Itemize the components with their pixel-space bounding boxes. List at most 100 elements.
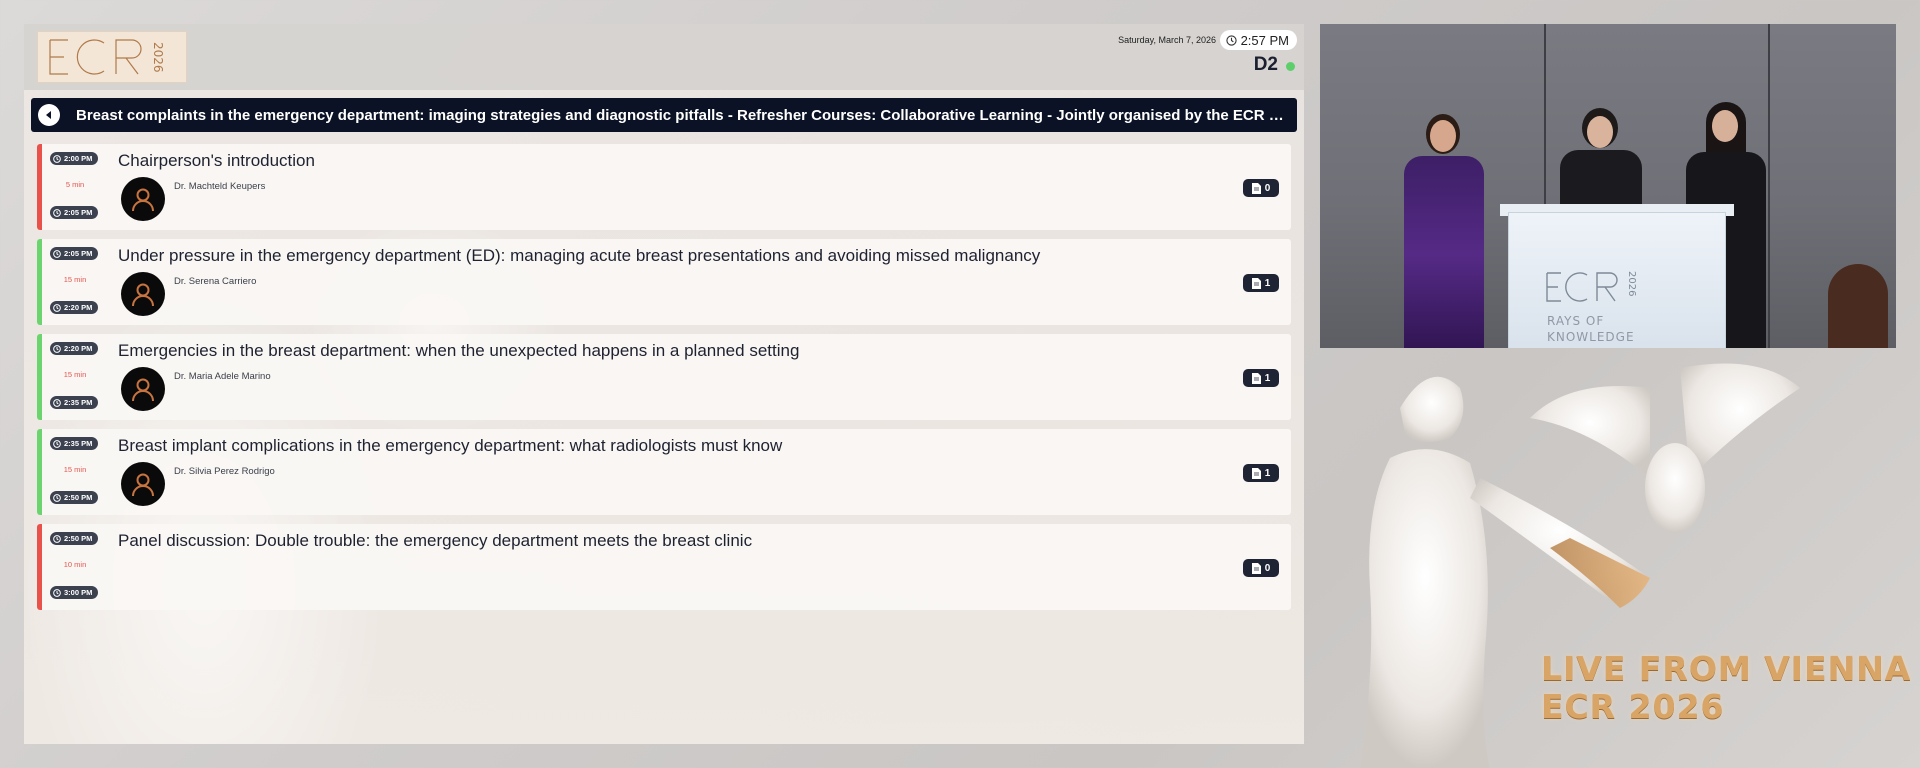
document-icon xyxy=(1251,277,1261,289)
session-item[interactable]: 2:20 PM 15 min 2:35 PM Emergencies in th… xyxy=(37,334,1291,420)
speaker-avatar xyxy=(121,177,165,221)
start-time: 2:20 PM xyxy=(64,344,93,353)
ecr-logo: 2026 xyxy=(37,31,187,83)
speaker-name: Dr. Serena Carriero xyxy=(174,276,257,287)
status-accent xyxy=(37,524,42,610)
documents-badge[interactable]: 0 xyxy=(1243,559,1279,577)
start-time-badge: 2:50 PM xyxy=(50,532,99,545)
panel-header: 2026 Saturday, March 7, 2026 2:57 PM D2 xyxy=(24,24,1304,90)
chevron-left-icon xyxy=(46,111,51,119)
agenda-panel: 2026 Saturday, March 7, 2026 2:57 PM D2 … xyxy=(24,24,1304,744)
end-time: 2:20 PM xyxy=(64,303,93,312)
room-label: D2 xyxy=(1253,54,1278,75)
svg-text:KNOWLEDGE: KNOWLEDGE xyxy=(1547,330,1635,343)
clock-icon xyxy=(53,534,61,543)
speaker-name: Dr. Machteld Keupers xyxy=(174,181,266,192)
session-item[interactable]: 2:35 PM 15 min 2:50 PM Breast implant co… xyxy=(37,429,1291,515)
user-icon xyxy=(132,188,154,212)
clock-icon xyxy=(53,208,61,217)
user-icon xyxy=(132,283,154,307)
end-time: 3:00 PM xyxy=(64,588,93,597)
clock-icon xyxy=(53,344,61,353)
talk-title: Breast implant complications in the emer… xyxy=(118,436,783,455)
clock-icon xyxy=(53,439,61,448)
session-title: Breast complaints in the emergency depar… xyxy=(76,106,1297,124)
user-icon xyxy=(132,378,154,402)
documents-badge[interactable]: 1 xyxy=(1243,369,1279,387)
start-time-badge: 2:35 PM xyxy=(50,437,99,450)
live-from-vienna-banner: LIVE FROM VIENNA ECR 2026 xyxy=(1541,650,1911,726)
end-time-badge: 3:00 PM xyxy=(50,586,99,599)
documents-badge[interactable]: 1 xyxy=(1243,464,1279,482)
start-time: 2:05 PM xyxy=(64,249,93,258)
session-list: 2:00 PM 5 min 2:05 PM Chairperson's intr… xyxy=(37,144,1291,619)
banner-line-2: ECR 2026 xyxy=(1541,687,1725,726)
user-icon xyxy=(132,473,154,497)
speaker-avatar xyxy=(121,272,165,316)
clock-icon xyxy=(53,249,61,258)
start-time-badge: 2:05 PM xyxy=(50,247,99,260)
start-time: 2:35 PM xyxy=(64,439,93,448)
clock: 2:57 PM xyxy=(1219,30,1297,50)
end-time-badge: 2:05 PM xyxy=(50,206,99,219)
document-count: 1 xyxy=(1264,372,1271,384)
current-date: Saturday, March 7, 2026 xyxy=(1118,35,1216,45)
start-time-badge: 2:00 PM xyxy=(50,152,99,165)
talk-title: Chairperson's introduction xyxy=(118,151,315,170)
session-title-bar: Breast complaints in the emergency depar… xyxy=(31,98,1297,132)
document-icon xyxy=(1251,372,1261,384)
end-time: 2:35 PM xyxy=(64,398,93,407)
svg-text:2026: 2026 xyxy=(151,42,165,73)
document-icon xyxy=(1251,467,1261,479)
clock-icon xyxy=(53,493,61,502)
documents-badge[interactable]: 0 xyxy=(1243,179,1279,197)
start-time-badge: 2:20 PM xyxy=(50,342,99,355)
documents-badge[interactable]: 1 xyxy=(1243,274,1279,292)
session-item[interactable]: 2:05 PM 15 min 2:20 PM Under pressure in… xyxy=(37,239,1291,325)
duration: 5 min xyxy=(65,180,85,189)
start-time: 2:00 PM xyxy=(64,154,93,163)
live-status-dot xyxy=(1286,62,1295,71)
status-accent xyxy=(37,334,42,420)
session-item[interactable]: 2:00 PM 5 min 2:05 PM Chairperson's intr… xyxy=(37,144,1291,230)
end-time-badge: 2:35 PM xyxy=(50,396,99,409)
svg-text:2026: 2026 xyxy=(1626,271,1637,296)
svg-text:RAYS OF: RAYS OF xyxy=(1547,314,1604,328)
talk-title: Emergencies in the breast department: wh… xyxy=(118,341,800,360)
banner-line-1: LIVE FROM VIENNA xyxy=(1541,649,1912,688)
podium: 2026 RAYS OF KNOWLEDGE xyxy=(1508,212,1726,348)
clock-icon xyxy=(53,588,61,597)
session-item[interactable]: 2:50 PM 10 min 3:00 PM Panel discussion:… xyxy=(37,524,1291,610)
podium-ecr-logo: 2026 RAYS OF KNOWLEDGE xyxy=(1546,271,1637,343)
duration: 15 min xyxy=(63,465,87,474)
talk-title: Panel discussion: Double trouble: the em… xyxy=(118,531,753,550)
clock-icon xyxy=(53,154,61,163)
clock-icon xyxy=(1225,34,1237,46)
clock-icon xyxy=(53,303,61,312)
presenter-figure xyxy=(1394,114,1494,348)
document-icon xyxy=(1251,182,1261,194)
clock-icon xyxy=(53,398,61,407)
document-count: 1 xyxy=(1264,277,1271,289)
duration: 15 min xyxy=(63,370,87,379)
document-count: 0 xyxy=(1264,562,1271,574)
document-icon xyxy=(1251,562,1261,574)
end-time: 2:50 PM xyxy=(64,493,93,502)
duration: 10 min xyxy=(63,560,87,569)
speaker-avatar xyxy=(121,462,165,506)
speaker-avatar xyxy=(121,367,165,411)
start-time: 2:50 PM xyxy=(64,534,93,543)
end-time-badge: 2:50 PM xyxy=(50,491,99,504)
speaker-name: Dr. Maria Adele Marino xyxy=(174,371,271,382)
speaker-name: Dr. Silvia Perez Rodrigo xyxy=(174,466,275,477)
status-accent xyxy=(37,429,42,515)
live-video-feed[interactable]: 2026 RAYS OF KNOWLEDGE xyxy=(1320,24,1896,348)
duration: 15 min xyxy=(63,275,87,284)
back-button[interactable] xyxy=(38,104,60,126)
audience-head xyxy=(1828,264,1888,348)
document-count: 1 xyxy=(1264,467,1271,479)
end-time-badge: 2:20 PM xyxy=(50,301,99,314)
talk-title: Under pressure in the emergency departme… xyxy=(118,246,1041,265)
status-accent xyxy=(37,144,42,230)
end-time: 2:05 PM xyxy=(64,208,93,217)
